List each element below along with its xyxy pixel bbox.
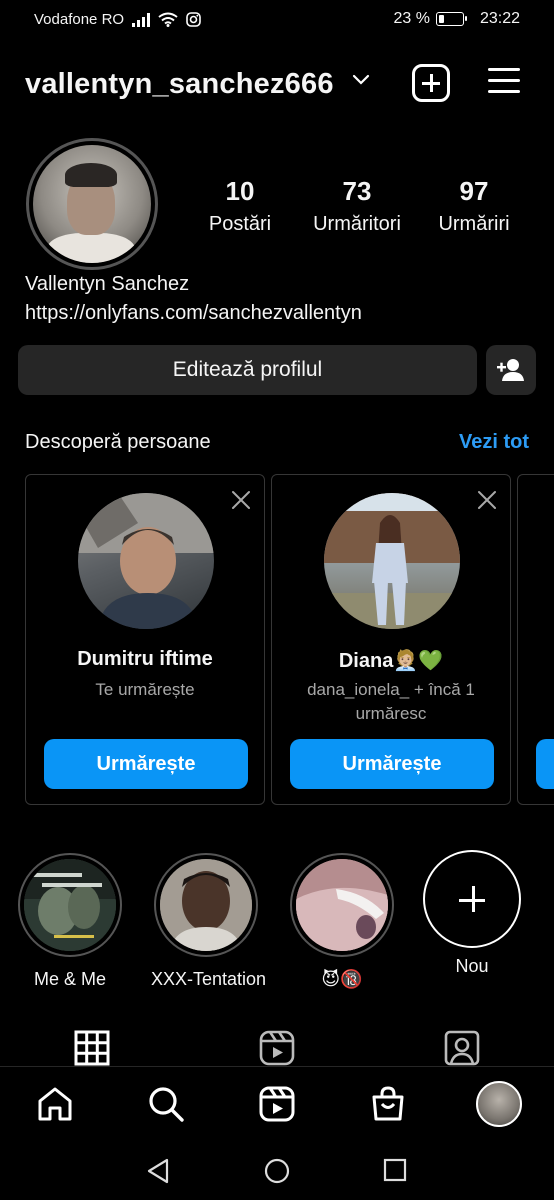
highlight-new-label: Nou <box>455 956 489 976</box>
reels-icon[interactable] <box>259 1030 295 1066</box>
battery-percent: 23 % <box>393 10 430 27</box>
battery-icon <box>435 12 467 26</box>
profile-avatar[interactable] <box>26 138 158 270</box>
highlight-cover[interactable] <box>154 853 258 957</box>
tagged-icon[interactable] <box>444 1030 480 1066</box>
bio-link[interactable]: https://onlyfans.com/sanchezvallentyn <box>25 302 362 325</box>
bottom-navigation <box>0 1066 554 1140</box>
system-navigation <box>0 1140 554 1200</box>
suggestion-avatar[interactable] <box>324 493 460 629</box>
new-post-icon[interactable] <box>412 64 450 102</box>
follow-button[interactable]: Urmărește <box>44 739 248 789</box>
highlight-cover[interactable] <box>18 853 122 957</box>
highlight-image <box>24 859 116 951</box>
highlight-item[interactable]: 😈🔞 <box>287 853 397 990</box>
stat-following[interactable]: 97 Urmăriri <box>404 176 544 236</box>
profile-header: vallentyn_sanchez666 <box>0 56 554 112</box>
highlight-image <box>160 859 252 951</box>
suggestion-card-partial[interactable] <box>517 474 554 805</box>
highlight-label: 😈🔞 <box>321 969 363 989</box>
suggestion-subtitle: dana_ionela_ + încă 1 urmăresc <box>307 680 475 723</box>
highlight-item[interactable]: XXX-Tentation <box>151 853 267 990</box>
follow-button[interactable] <box>536 739 554 789</box>
close-icon[interactable] <box>476 489 498 511</box>
search-icon[interactable] <box>147 1085 185 1123</box>
home-circle-icon[interactable] <box>264 1158 290 1184</box>
clock: 23:22 <box>479 10 520 27</box>
discover-people-button[interactable] <box>486 345 536 395</box>
person-photo <box>78 493 214 629</box>
highlight-image <box>296 859 388 951</box>
discover-people-title: Descoperă persoane <box>25 431 211 453</box>
plus-icon[interactable] <box>423 850 521 948</box>
status-left: Vodafone RO <box>34 11 201 28</box>
menu-icon[interactable] <box>488 66 522 96</box>
suggestion-card[interactable]: Diana🧑🏼‍💼💚 dana_ionela_ + încă 1 urmăres… <box>271 474 511 805</box>
highlight-new[interactable]: Nou <box>417 850 527 977</box>
wifi-icon <box>158 12 178 27</box>
grid-icon[interactable] <box>74 1030 110 1066</box>
see-all-link[interactable]: Vezi tot <box>459 431 529 454</box>
suggestion-avatar[interactable] <box>78 493 214 629</box>
following-count: 97 <box>459 176 489 206</box>
profile-photo <box>33 145 151 263</box>
highlight-item[interactable]: Me & Me <box>15 853 125 990</box>
person-photo <box>324 493 460 629</box>
chevron-down-icon[interactable] <box>352 74 370 86</box>
edit-profile-button[interactable]: Editează profilul <box>18 345 477 395</box>
highlight-label: XXX-Tentation <box>151 969 267 989</box>
add-person-icon <box>497 359 524 381</box>
suggestion-name[interactable]: Dumitru iftime <box>26 648 264 671</box>
close-icon[interactable] <box>230 489 252 511</box>
recents-icon[interactable] <box>383 1158 407 1182</box>
suggestion-card[interactable]: Dumitru iftime Te urmărește Urmărește <box>25 474 265 805</box>
home-icon[interactable] <box>36 1085 74 1123</box>
back-icon[interactable] <box>146 1158 170 1184</box>
full-name: Vallentyn Sanchez <box>25 273 190 295</box>
follow-button[interactable]: Urmărește <box>290 739 494 789</box>
highlight-label: Me & Me <box>33 969 107 989</box>
shop-icon[interactable] <box>369 1085 407 1123</box>
profile-avatar[interactable] <box>476 1081 522 1127</box>
battery-level-fill <box>438 15 444 23</box>
carrier-name: Vodafone RO <box>34 11 125 28</box>
reels-icon[interactable] <box>258 1085 296 1123</box>
instagram-notification-icon <box>186 12 201 27</box>
status-right: 23 % 23:22 <box>393 10 520 28</box>
suggestion-subtitle: Te urmărește <box>95 680 195 699</box>
following-label: Urmăriri <box>438 213 510 235</box>
suggestion-name[interactable]: Diana🧑🏼‍💼💚 <box>272 648 510 673</box>
signal-icon <box>132 12 151 27</box>
status-bar: Vodafone RO 23 % 23:22 <box>0 0 554 40</box>
highlight-cover[interactable] <box>290 853 394 957</box>
username-switcher[interactable]: vallentyn_sanchez666 <box>25 68 334 101</box>
